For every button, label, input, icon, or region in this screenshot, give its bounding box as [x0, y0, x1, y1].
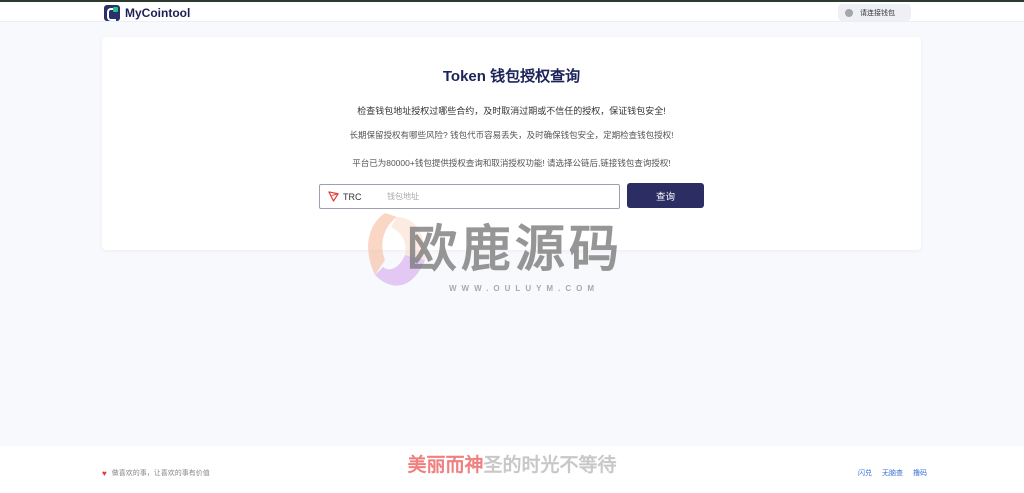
heart-icon: ♥ — [102, 468, 107, 478]
tron-icon — [328, 191, 339, 202]
wallet-address-input[interactable] — [387, 192, 607, 201]
footer-link-query[interactable]: 无脑查 — [882, 468, 903, 478]
footer-links: 闪兑 无脑查 撸码 — [858, 468, 937, 478]
address-search-box: TRC — [319, 184, 620, 209]
stats-text: 平台已为80000+钱包提供授权查询和取消授权功能! 请选择公链后,链接钱包查询… — [352, 158, 671, 168]
connect-wallet-label: 请连接钱包 — [860, 9, 895, 17]
chain-selector[interactable]: TRC — [343, 192, 387, 202]
footer-slogan: ♥ 做喜欢的事，让喜欢的事有价值 — [102, 468, 210, 478]
intro-text: 检查钱包地址授权过哪些合约，及时取消过期或不信任的授权，保证钱包安全! — [357, 106, 666, 116]
logo-icon — [104, 5, 120, 21]
footer: 美丽而神圣的时光不等待 ♥ 做喜欢的事，让喜欢的事有价值 闪兑 无脑查 撸码 — [0, 446, 1024, 493]
connect-wallet-button[interactable]: 请连接钱包 — [838, 4, 911, 21]
wallet-status-icon — [845, 8, 853, 17]
footer-link-code[interactable]: 撸码 — [913, 468, 927, 478]
auth-query-card: Token 钱包授权查询 检查钱包地址授权过哪些合约，及时取消过期或不信任的授权… — [102, 37, 921, 250]
watermark-url: WWW.OULUYM.COM — [449, 284, 599, 293]
footer-link-swap[interactable]: 闪兑 — [858, 468, 872, 478]
slogan-text: 做喜欢的事，让喜欢的事有价值 — [111, 470, 210, 477]
page-title: Token 钱包授权查询 — [442, 68, 581, 85]
subtitle-highlighted: 美丽而神 — [407, 455, 484, 476]
brand-name: MyCointool — [125, 6, 191, 20]
subtitle-rest: 圣的时光不等待 — [483, 455, 617, 476]
query-button[interactable]: 查询 — [627, 183, 704, 208]
brand-logo[interactable]: MyCointool — [104, 3, 190, 23]
top-header: MyCointool 请连接钱包 — [0, 2, 1024, 22]
risk-text: 长期保留授权有哪些风险? 钱包代币容易丢失，及时确保钱包安全，定期检查钱包授权! — [349, 130, 674, 140]
